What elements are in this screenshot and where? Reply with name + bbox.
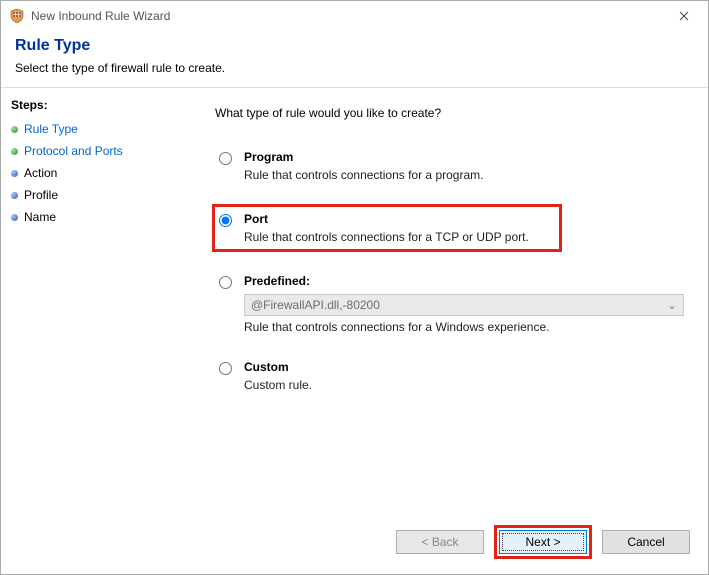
option-port[interactable]: Port Rule that controls connections for … <box>212 204 562 252</box>
option-title: Predefined: <box>244 274 684 288</box>
next-button[interactable]: Next > <box>499 530 587 554</box>
body: Steps: Rule Type Protocol and Ports Acti… <box>1 87 708 524</box>
option-desc: Rule that controls connections for a TCP… <box>244 230 555 244</box>
step-rule-type[interactable]: Rule Type <box>11 118 159 140</box>
step-label: Rule Type <box>24 122 78 136</box>
option-body: Custom Custom rule. <box>244 360 684 392</box>
radio-port[interactable] <box>219 214 232 227</box>
option-body: Program Rule that controls connections f… <box>244 150 684 182</box>
bullet-icon <box>11 148 18 155</box>
titlebar: New Inbound Rule Wizard <box>1 1 708 31</box>
bullet-icon <box>11 192 18 199</box>
option-body: Predefined: @FirewallAPI.dll,-80200 ⌄ Ru… <box>244 274 684 334</box>
step-label: Name <box>24 210 56 224</box>
step-label: Profile <box>24 188 58 202</box>
option-body: Port Rule that controls connections for … <box>244 212 555 244</box>
option-desc: Custom rule. <box>244 378 684 392</box>
predefined-select-value: @FirewallAPI.dll,-80200 <box>251 298 380 312</box>
option-desc: Rule that controls connections for a Win… <box>244 320 684 334</box>
main-panel: What type of rule would you like to crea… <box>169 88 708 524</box>
radio-predefined[interactable] <box>219 276 232 289</box>
chevron-down-icon: ⌄ <box>667 298 677 312</box>
bullet-icon <box>11 170 18 177</box>
footer: < Back Next > Cancel <box>1 524 708 574</box>
bullet-icon <box>11 126 18 133</box>
firewall-icon <box>9 8 25 24</box>
steps-title: Steps: <box>11 98 159 112</box>
question-text: What type of rule would you like to crea… <box>215 106 688 120</box>
option-predefined[interactable]: Predefined: @FirewallAPI.dll,-80200 ⌄ Ru… <box>215 270 688 338</box>
page-subtitle: Select the type of firewall rule to crea… <box>15 61 694 75</box>
options-group: Program Rule that controls connections f… <box>215 146 688 396</box>
option-custom[interactable]: Custom Custom rule. <box>215 356 688 396</box>
wizard-window: New Inbound Rule Wizard Rule Type Select… <box>0 0 709 575</box>
step-label: Action <box>24 166 57 180</box>
next-button-highlight: Next > <box>494 525 592 559</box>
step-name[interactable]: Name <box>11 206 159 228</box>
step-profile[interactable]: Profile <box>11 184 159 206</box>
radio-custom[interactable] <box>219 362 232 375</box>
step-label: Protocol and Ports <box>24 144 123 158</box>
step-action[interactable]: Action <box>11 162 159 184</box>
predefined-select[interactable]: @FirewallAPI.dll,-80200 ⌄ <box>244 294 684 316</box>
steps-sidebar: Steps: Rule Type Protocol and Ports Acti… <box>1 88 169 524</box>
bullet-icon <box>11 214 18 221</box>
close-button[interactable] <box>664 2 704 30</box>
cancel-button[interactable]: Cancel <box>602 530 690 554</box>
option-desc: Rule that controls connections for a pro… <box>244 168 684 182</box>
step-protocol-ports[interactable]: Protocol and Ports <box>11 140 159 162</box>
option-title: Program <box>244 150 684 164</box>
header: Rule Type Select the type of firewall ru… <box>1 31 708 87</box>
option-program[interactable]: Program Rule that controls connections f… <box>215 146 688 186</box>
option-title: Port <box>244 212 555 226</box>
page-title: Rule Type <box>15 37 694 55</box>
back-button: < Back <box>396 530 484 554</box>
radio-program[interactable] <box>219 152 232 165</box>
window-title: New Inbound Rule Wizard <box>31 9 170 23</box>
option-title: Custom <box>244 360 684 374</box>
